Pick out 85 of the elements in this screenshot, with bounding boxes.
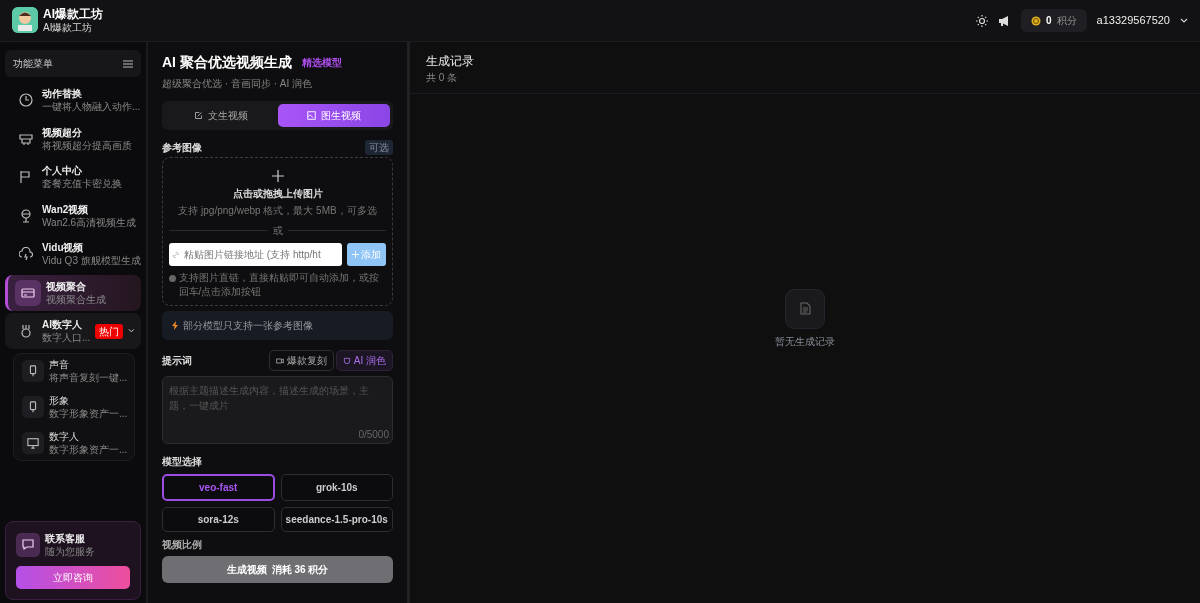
submenu-item[interactable]: 声音 将声音复刻一键... bbox=[49, 358, 128, 384]
item-title: 视频聚合 bbox=[46, 279, 87, 293]
item-title: 个人中心 bbox=[42, 164, 83, 177]
submenu-item[interactable]: 数字人 数字形象资产一... bbox=[49, 430, 128, 456]
flag-icon bbox=[19, 170, 33, 184]
upload-hint: 支持 jpg/png/webp 格式，最大 5MB，可多选 bbox=[177, 204, 378, 218]
chevron-icon[interactable] bbox=[128, 328, 135, 334]
clock-icon bbox=[19, 93, 33, 107]
points-value: 0 bbox=[1046, 14, 1052, 28]
coin-icon bbox=[1031, 15, 1041, 26]
chat-icon bbox=[16, 533, 40, 557]
image-url-field[interactable]: 粘贴图片链接地址 (支持 http/ht bbox=[169, 243, 342, 266]
points-pill[interactable]: 0 积分 bbox=[1021, 9, 1087, 32]
item-title: AI数字人 bbox=[42, 318, 83, 331]
item-title: Vidu视频 bbox=[42, 241, 85, 254]
item-subtitle: Wan2.6高清视频生成 bbox=[42, 215, 137, 229]
notice-text: 部分模型只支持一张参考图像 bbox=[183, 319, 313, 333]
sun-icon[interactable] bbox=[976, 14, 988, 27]
document-icon bbox=[785, 288, 825, 329]
records-title: 生成记录 bbox=[426, 53, 475, 70]
mode-tab[interactable]: 图生视频 bbox=[277, 103, 390, 127]
item-subtitle: Vidu Q3 旗舰模型生成 bbox=[42, 254, 141, 267]
item-subtitle: 视频聚合生成 bbox=[46, 292, 107, 306]
shield-icon bbox=[343, 356, 352, 365]
sidebar-item[interactable]: Vidu视频 Vidu Q3 旗舰模型生成 bbox=[5, 236, 141, 272]
card-icon bbox=[21, 285, 35, 300]
contact-subtitle: 随为您服务 bbox=[45, 545, 95, 558]
sidebar-item[interactable]: Wan2视频 Wan2.6高清视频生成 bbox=[5, 197, 141, 234]
menu-icon[interactable] bbox=[123, 59, 133, 68]
cartoon-avatar-logo bbox=[12, 7, 38, 34]
menu-title: 功能菜单 bbox=[13, 57, 53, 71]
plus-icon bbox=[271, 170, 284, 183]
item-title: Wan2视频 bbox=[42, 202, 90, 216]
panel-title: AI 聚合优选视频生成 bbox=[162, 53, 292, 72]
app-name: AI爆款工坊 bbox=[43, 7, 103, 22]
generate-button[interactable]: 生成视频 消耗 36 积分 bbox=[162, 556, 393, 583]
upload-title: 点击或拖拽上传图片 bbox=[231, 186, 324, 201]
polish-button[interactable]: AI 润色 bbox=[336, 350, 393, 371]
app-subtitle: AI爆款工坊 bbox=[43, 21, 94, 34]
plus-icon bbox=[351, 251, 359, 258]
optional-tag: 可选 bbox=[365, 139, 393, 155]
char-counter: 0/5000 bbox=[358, 428, 389, 442]
model-option[interactable]: sora-12s bbox=[162, 507, 275, 532]
sidebar-item[interactable]: 动作替换 一键将人物融入动作... bbox=[5, 82, 141, 118]
model-option[interactable]: veo-fast bbox=[162, 474, 275, 501]
medal-icon bbox=[19, 324, 33, 338]
sidebar-item[interactable]: 个人中心 套餐充值卡密兑换 bbox=[5, 159, 141, 195]
points-unit: 积分 bbox=[1056, 14, 1077, 28]
empty-records-text: 暂无生成记录 bbox=[775, 334, 835, 349]
panel-subtitle: 超级聚合优选 · 音画同步 · AI 润色 bbox=[162, 76, 313, 91]
consult-button[interactable]: 立即咨询 bbox=[16, 566, 130, 589]
contact-title: 联系客服 bbox=[45, 532, 86, 545]
cloud-lightning-icon bbox=[19, 247, 33, 261]
item-title: 动作替换 bbox=[42, 87, 83, 100]
model-label: 模型选择 bbox=[162, 455, 203, 469]
copy-button[interactable]: 爆款复刻 bbox=[269, 350, 334, 371]
info-icon bbox=[169, 275, 176, 282]
item-subtitle: 数字人口... bbox=[42, 331, 91, 344]
prompt-label: 提示词 bbox=[162, 354, 192, 368]
image-icon bbox=[306, 110, 316, 120]
records-count: 共 0 条 bbox=[426, 71, 459, 85]
submenu-item[interactable]: 形象 数字形象资产一... bbox=[49, 394, 128, 420]
item-subtitle: 将视频超分提高画质 bbox=[42, 138, 133, 152]
chevron-down-icon[interactable] bbox=[1180, 17, 1188, 24]
link-icon bbox=[172, 250, 180, 259]
upload-help-text: 支持图片直链，直接粘贴即可自动添加，或按回车/点击添加按钮 bbox=[178, 271, 380, 299]
megaphone-icon[interactable] bbox=[998, 14, 1011, 27]
item-subtitle: 一键将人物融入动作... bbox=[42, 100, 141, 113]
or-divider-text: 或 bbox=[272, 224, 283, 238]
ratio-label: 视频比例 bbox=[162, 538, 203, 552]
panel-tag: 精选模型 bbox=[301, 55, 342, 70]
mode-tab[interactable]: 文生视频 bbox=[165, 103, 278, 127]
edit-icon bbox=[194, 110, 204, 120]
item-title: 视频超分 bbox=[42, 125, 83, 139]
item-subtitle: 套餐充值卡密兑换 bbox=[42, 177, 123, 190]
lightning-icon bbox=[172, 321, 178, 330]
video-camera-icon bbox=[276, 356, 285, 365]
upload-area[interactable]: 点击或拖拽上传图片 支持 jpg/png/webp 格式，最大 5MB，可多选 或 粘贴图片链接地址 (支持 http/ht 添加 支持图片直链，直接粘贴即可自动添加，或按回车/点击添加按钮 bbox=[162, 157, 393, 306]
username[interactable]: a13329567520 bbox=[1096, 12, 1170, 29]
model-option[interactable]: grok-10s bbox=[280, 474, 393, 501]
hot-badge: 热门 bbox=[95, 323, 124, 339]
model-option[interactable]: seedance-1.5-pro-10s bbox=[280, 507, 393, 532]
reference-label: 参考图像 bbox=[162, 140, 202, 155]
sidebar-item[interactable]: 视频聚合 视频聚合生成 bbox=[5, 274, 141, 311]
sidebar-item[interactable]: 视频超分 将视频超分提高画质 bbox=[5, 120, 141, 157]
